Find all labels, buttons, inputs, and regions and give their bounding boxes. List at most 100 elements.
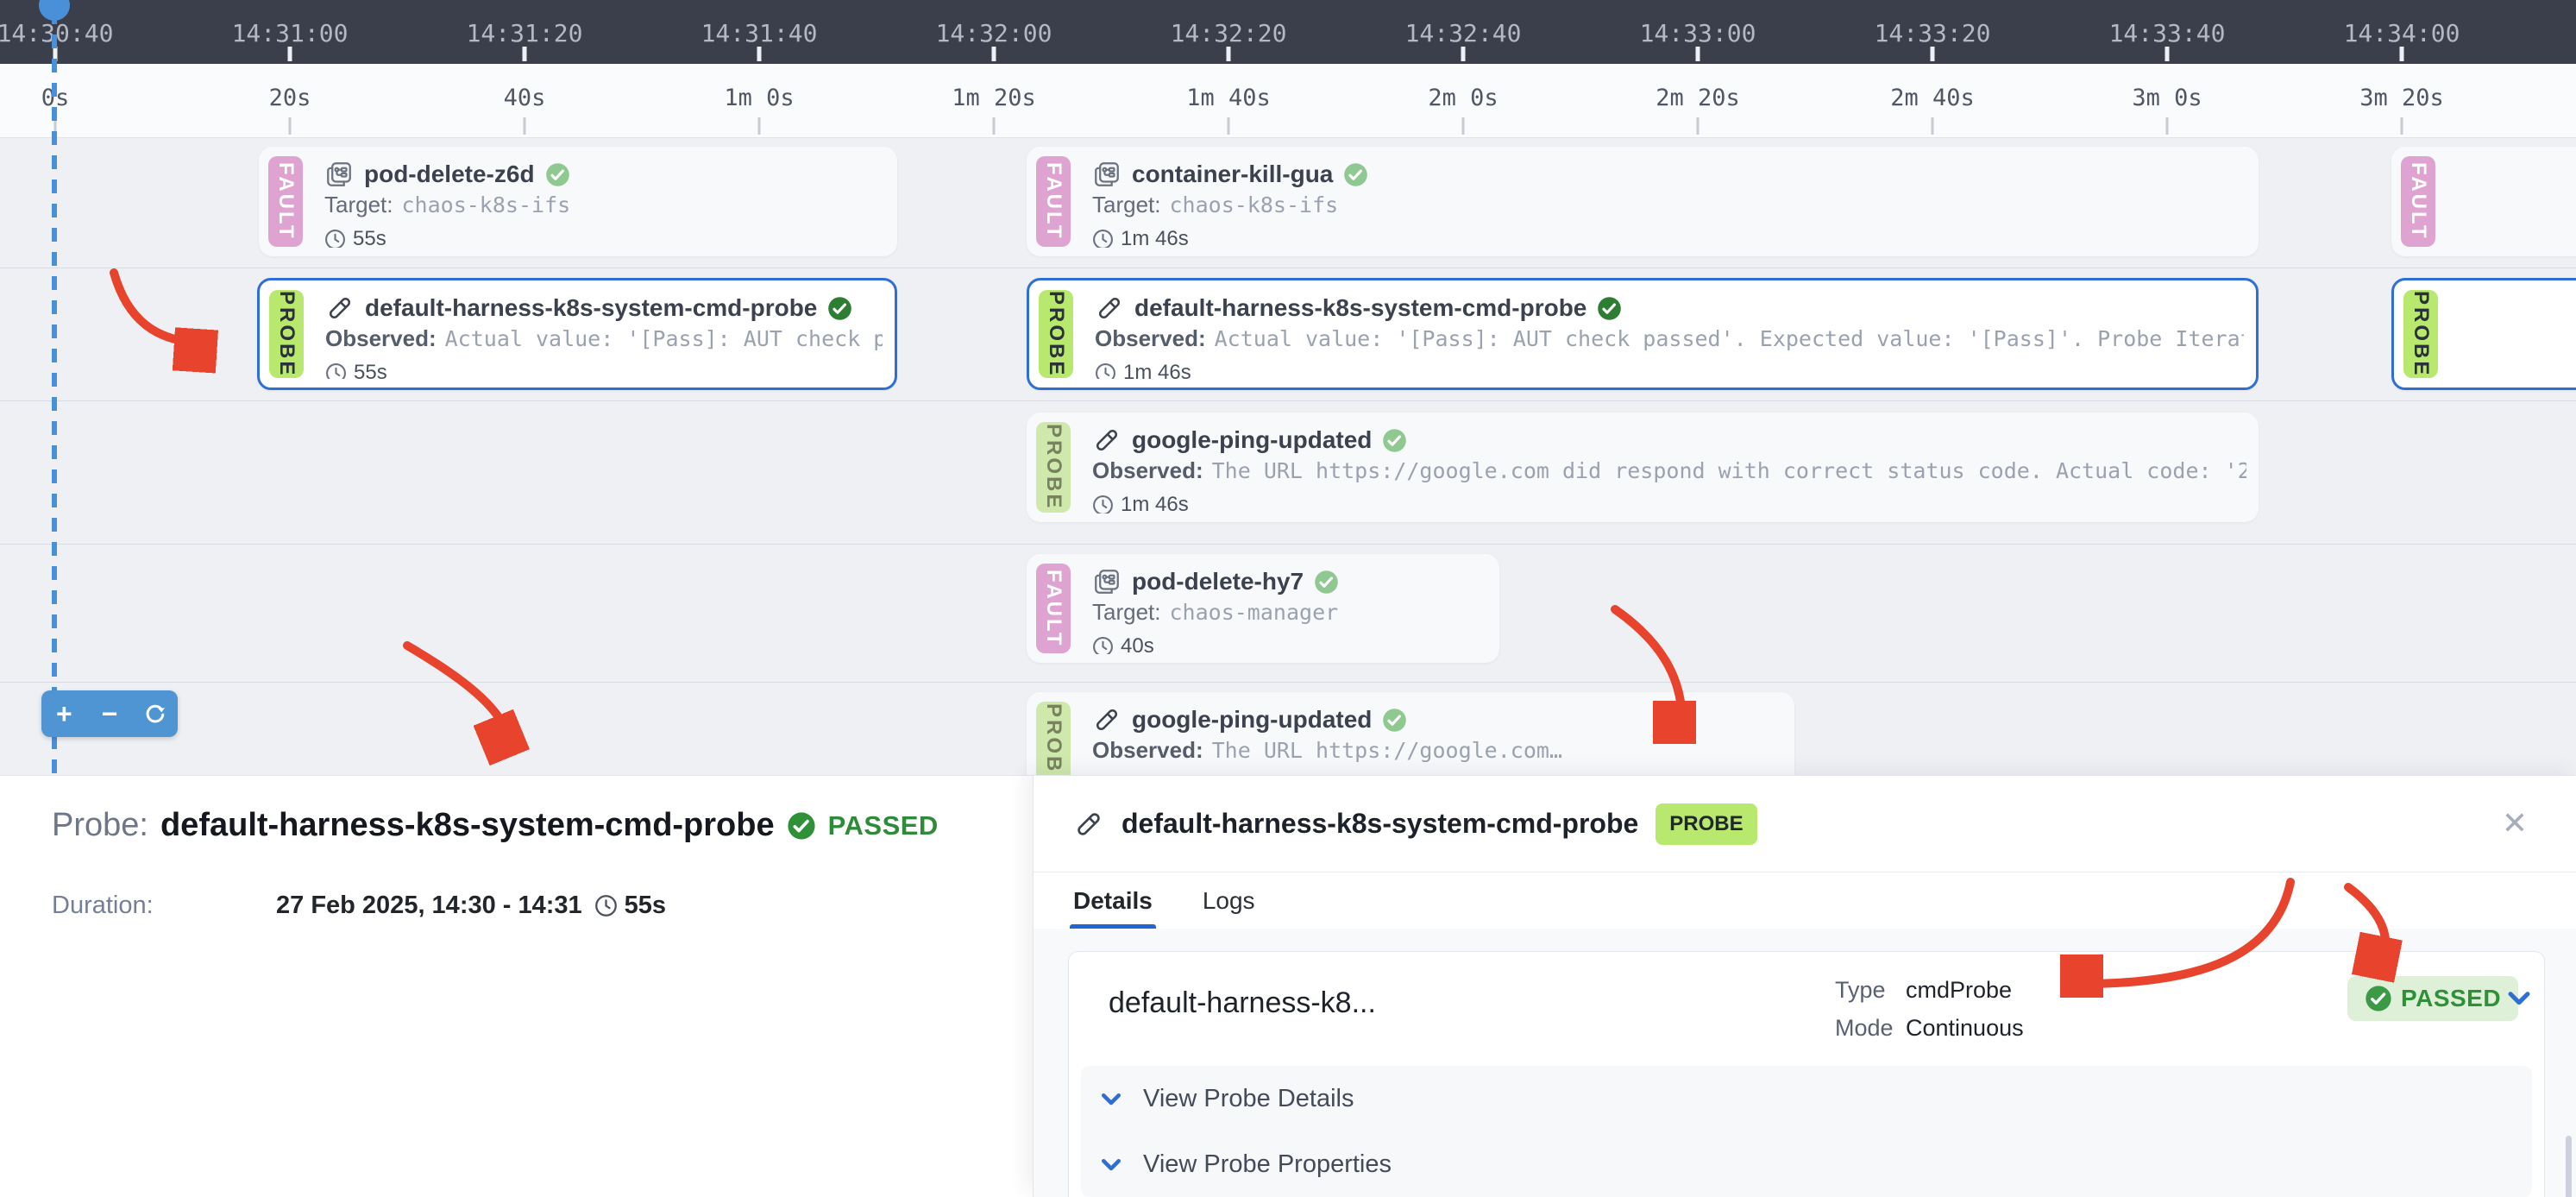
probe-type-mode: Type cmdProbe Mode Continuous	[1835, 971, 2024, 1047]
card-content: default-harness-k8s-system-cmd-probe Obs…	[1095, 291, 2244, 379]
probe-card[interactable]: PROBE default-harness-k8s-system-cmd-pro…	[257, 278, 897, 390]
card-meta-label: Observed:	[1095, 325, 1206, 352]
card-title: pod-delete-z6d	[364, 161, 535, 188]
playhead-dashed-line	[52, 10, 57, 775]
expand-row[interactable]: View Probe Details	[1081, 1066, 2532, 1131]
card-title: pod-delete-hy7	[1132, 568, 1304, 595]
card-title: google-ping-updated	[1132, 426, 1372, 454]
relative-time-tick-label: 1m 0s	[724, 85, 794, 111]
clock-icon	[1092, 495, 1114, 514]
axis-tick	[757, 47, 762, 61]
chevron-down-icon[interactable]	[1098, 1151, 1124, 1177]
probe-detail-name: default-harness-k8...	[1109, 986, 1376, 1020]
card-meta-value: Actual value: '[Pass]: AUT check passed'…	[1215, 326, 2244, 351]
probe-details-title: default-harness-k8s-system-cmd-probe	[1122, 808, 1638, 840]
absolute-time-tick-label: 14:31:40	[701, 19, 818, 47]
row-separator	[0, 400, 2576, 401]
axis-tick	[2401, 117, 2403, 135]
axis-tick	[1931, 47, 1935, 61]
axis-tick	[289, 117, 292, 135]
card-duration: 40s	[1121, 634, 1154, 654]
axis-tick	[1462, 117, 1465, 135]
fault-badge: FAULT	[1036, 156, 1071, 247]
fault-card[interactable]: FAULT	[2391, 147, 2576, 256]
card-meta-value: chaos-k8s-ifs	[402, 192, 571, 217]
probe-badge: PROBE	[2403, 290, 2438, 378]
expand-row[interactable]: View Probe Properties	[1081, 1131, 2532, 1197]
fault-badge: FAULT	[268, 156, 303, 247]
axis-tick	[1932, 117, 1934, 135]
card-meta-label: Target:	[1092, 192, 1161, 218]
chevron-down-icon[interactable]	[1098, 1086, 1124, 1112]
probe-type-badge: PROBE	[1656, 803, 1756, 845]
absolute-time-tick-label: 14:32:00	[936, 19, 1052, 47]
probe-details-panel: default-harness-k8s-system-cmd-probe PRO…	[1033, 775, 2576, 1197]
axis-tick	[2400, 47, 2404, 61]
chevron-down-icon[interactable]	[2504, 983, 2534, 1015]
absolute-time-tick-label: 14:32:20	[1171, 19, 1287, 47]
probe-card[interactable]: PROBE google-ping-updated Observed: The …	[1027, 413, 2259, 522]
card-meta-label: Observed:	[1092, 457, 1203, 484]
axis-tick	[1227, 47, 1231, 61]
row-separator	[0, 682, 2576, 683]
fault-card[interactable]: FAULT container-kill-gua Target: chaos-k…	[1027, 147, 2259, 256]
zoom-reset-button[interactable]	[136, 692, 174, 735]
card-content: pod-delete-hy7 Target: chaos-manager 40s	[1092, 564, 1487, 654]
zoom-in-button[interactable]: +	[45, 692, 83, 735]
card-title: default-harness-k8s-system-cmd-probe	[365, 294, 817, 322]
type-value: cmdProbe	[1906, 977, 2012, 1004]
card-meta-value: chaos-k8s-ifs	[1170, 192, 1339, 217]
relative-time-tick-label: 2m 20s	[1656, 85, 1740, 111]
duration-label: Duration:	[52, 891, 276, 920]
fault-badge: FAULT	[2401, 156, 2435, 247]
axis-tick	[2165, 47, 2170, 61]
card-duration: 1m 46s	[1121, 493, 1189, 513]
check-circle-icon	[787, 811, 816, 841]
probe-card[interactable]: PROBE	[2391, 278, 2576, 390]
expand-row-label: View Probe Properties	[1143, 1150, 1392, 1179]
card-duration: 1m 46s	[1123, 361, 1191, 379]
absolute-time-tick-label: 14:31:20	[467, 19, 583, 47]
zoom-out-button[interactable]: −	[91, 692, 129, 735]
timeline-relative-axis: 0s 20s 40s 1m 0s 1m 20s 1m 40s 2m 0s 2m …	[0, 64, 2576, 138]
probe-duration-row: Duration: 27 Feb 2025, 14:30 - 14:31 55s	[52, 891, 666, 920]
probe-name: default-harness-k8s-system-cmd-probe	[160, 807, 775, 844]
clock-icon	[1092, 636, 1114, 655]
tab-logs[interactable]: Logs	[1203, 873, 1255, 929]
card-content: container-kill-gua Target: chaos-k8s-ifs…	[1092, 157, 2246, 248]
check-circle-icon	[2365, 985, 2392, 1012]
absolute-time-tick-label: 14:31:00	[232, 19, 349, 47]
clock-icon	[1092, 229, 1114, 249]
probe-badge: PROBE	[1039, 290, 1073, 378]
probe-card[interactable]: PROBE default-harness-k8s-system-cmd-pro…	[1027, 278, 2259, 390]
probe-details-tabs: Details Logs	[1034, 873, 2576, 929]
probe-badge: PROBE	[269, 290, 304, 378]
card-content: pod-delete-z6d Target: chaos-k8s-ifs 55s	[324, 157, 885, 248]
axis-tick	[523, 47, 527, 61]
expand-row-label: View Probe Details	[1143, 1085, 1354, 1113]
duration-value: 27 Feb 2025, 14:30 - 14:31	[276, 891, 582, 920]
card-meta-label: Target:	[324, 192, 393, 218]
card-title: google-ping-updated	[1132, 706, 1372, 734]
absolute-time-tick-label: 14:32:40	[1405, 19, 1522, 47]
axis-tick	[1461, 47, 1466, 61]
scrollbar-thumb[interactable]	[2566, 1136, 2572, 1197]
relative-time-tick-label: 2m 40s	[1890, 85, 1975, 111]
probe-expand-section: View Probe Details View Probe Properties	[1081, 1066, 2532, 1197]
relative-time-tick-label: 1m 20s	[952, 85, 1036, 111]
axis-tick	[288, 47, 292, 61]
fault-card[interactable]: FAULT pod-delete-z6d Target: chaos-k8s-i…	[259, 147, 897, 256]
card-meta-value: chaos-manager	[1170, 600, 1339, 625]
close-icon[interactable]: ✕	[2502, 805, 2528, 841]
check-circle-icon	[545, 162, 570, 187]
zoom-controls: + −	[41, 690, 178, 737]
card-duration: 1m 46s	[1121, 227, 1189, 248]
card-duration: 55s	[354, 361, 387, 379]
check-circle-icon	[1597, 296, 1622, 321]
check-circle-icon	[1382, 428, 1407, 453]
tab-details[interactable]: Details	[1073, 873, 1153, 929]
card-content: google-ping-updated Observed: The URL ht…	[1092, 423, 2246, 513]
card-meta-label: Target:	[1092, 599, 1161, 626]
fault-card[interactable]: FAULT pod-delete-hy7 Target: chaos-manag…	[1027, 554, 1499, 663]
clock-icon	[325, 362, 347, 380]
